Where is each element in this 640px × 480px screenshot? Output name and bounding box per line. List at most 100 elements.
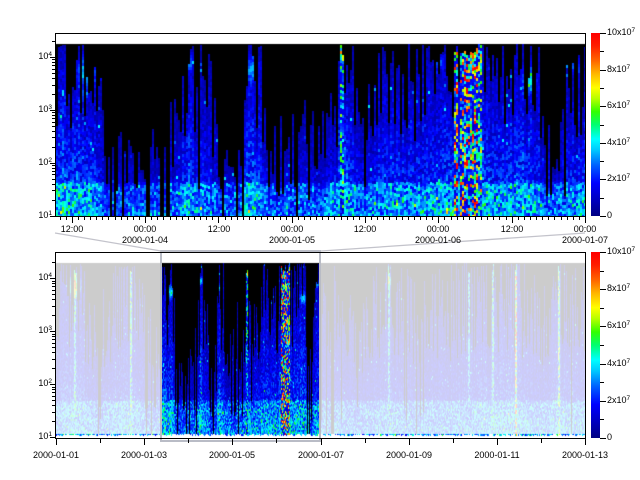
x-tick-label: 12:00: [486, 224, 538, 234]
tick-mark: [170, 217, 171, 220]
tick-mark: [52, 343, 55, 344]
tick-mark: [52, 85, 55, 86]
tick-mark: [487, 217, 488, 220]
x-tick-date-label: 2000-01-05: [198, 450, 266, 460]
tick-mark: [52, 306, 55, 307]
tick-mark: [52, 392, 55, 393]
tick-mark: [84, 217, 85, 220]
tick-mark: [524, 217, 525, 220]
tick-mark: [52, 126, 55, 127]
tick-mark: [600, 143, 606, 144]
tick-mark: [78, 217, 79, 220]
x-tick-label: 12:00: [193, 224, 245, 234]
colorbar-tick-label: 2x107: [607, 395, 630, 405]
tick-mark: [100, 439, 101, 443]
tick-mark: [542, 217, 543, 220]
tick-mark: [310, 217, 311, 220]
tick-mark: [506, 217, 507, 220]
y-tick-label: 102: [18, 157, 52, 167]
colorbar-tick-label: 10x107: [607, 246, 635, 256]
tick-mark: [396, 217, 397, 220]
y-tick-label: 101: [18, 431, 52, 441]
tick-mark: [249, 217, 250, 220]
y-tick-label: 103: [18, 325, 52, 335]
colorbar-tick-label: 0: [607, 432, 612, 442]
time-range-selection-rectangle[interactable]: [160, 250, 321, 442]
tick-mark: [600, 33, 606, 34]
tick-mark: [377, 217, 378, 220]
x-tick-date-label: 2000-01-09: [375, 450, 443, 460]
tick-mark: [322, 217, 323, 220]
tick-mark: [188, 217, 189, 220]
tick-mark: [585, 217, 586, 223]
tick-mark: [493, 217, 494, 220]
tick-mark: [52, 387, 55, 388]
tick-mark: [341, 217, 342, 220]
spectrogram-figure: { "colors": { "plot_background": "#00000…: [0, 0, 640, 480]
tick-mark: [298, 217, 299, 220]
tick-mark: [52, 281, 55, 282]
tick-mark: [52, 73, 55, 74]
colorbar-tick-label: 8x107: [607, 283, 630, 293]
tick-mark: [52, 352, 55, 353]
tick-mark: [52, 174, 55, 175]
tick-mark: [585, 439, 586, 445]
y-tick-label: 101: [18, 210, 52, 220]
tick-mark: [536, 217, 537, 220]
tick-mark: [426, 217, 427, 220]
tick-mark: [600, 179, 606, 180]
x-tick-label: 12:00: [339, 224, 391, 234]
tick-mark: [600, 216, 606, 217]
x-tick-date-label: 2000-01-04: [111, 235, 179, 245]
tick-mark: [52, 294, 55, 295]
tick-mark: [52, 286, 55, 287]
tick-mark: [600, 271, 604, 272]
tick-mark: [52, 339, 55, 340]
tick-mark: [182, 217, 183, 220]
tick-mark: [52, 112, 55, 113]
tick-mark: [206, 217, 207, 220]
tick-mark: [579, 217, 580, 220]
tick-mark: [52, 368, 55, 369]
colorbar-tick-label: 6x107: [607, 100, 630, 110]
tick-mark: [365, 439, 366, 443]
tick-mark: [127, 217, 128, 220]
zoomed-spectrogram-plot-area[interactable]: [56, 34, 585, 216]
tick-mark: [600, 401, 606, 402]
tick-mark: [497, 439, 498, 445]
tick-mark: [409, 439, 410, 445]
tick-mark: [267, 217, 268, 220]
tick-mark: [420, 217, 421, 220]
tick-mark: [52, 69, 55, 70]
tick-mark: [52, 262, 55, 263]
tick-mark: [52, 168, 55, 169]
tick-mark: [52, 179, 55, 180]
tick-mark: [316, 217, 317, 220]
tick-mark: [52, 347, 55, 348]
colorbar-tick-label: 2x107: [607, 173, 630, 183]
tick-mark: [163, 217, 164, 220]
tick-mark: [469, 217, 470, 220]
tick-mark: [102, 217, 103, 220]
tick-mark: [359, 217, 360, 220]
x-tick-date-label: 2000-01-03: [110, 450, 178, 460]
colorbar-tick-label: 6x107: [607, 320, 630, 330]
tick-mark: [438, 217, 439, 223]
colorbar-gradient-bottom: [591, 252, 600, 438]
tick-mark: [52, 122, 55, 123]
tick-mark: [52, 405, 55, 406]
tick-mark: [133, 217, 134, 220]
tick-mark: [52, 290, 55, 291]
colorbar-tick-label: 4x107: [607, 137, 630, 147]
tick-mark: [52, 118, 55, 119]
tick-mark: [463, 217, 464, 220]
colorbar-gradient-top: [591, 33, 600, 216]
tick-mark: [52, 171, 55, 172]
tick-mark: [548, 217, 549, 220]
x-tick-date-label: 2000-01-06: [404, 235, 472, 245]
tick-mark: [457, 217, 458, 220]
tick-mark: [52, 400, 55, 401]
tick-mark: [52, 65, 55, 66]
colorbar-tick-label: 0: [607, 210, 612, 220]
tick-mark: [389, 217, 390, 220]
